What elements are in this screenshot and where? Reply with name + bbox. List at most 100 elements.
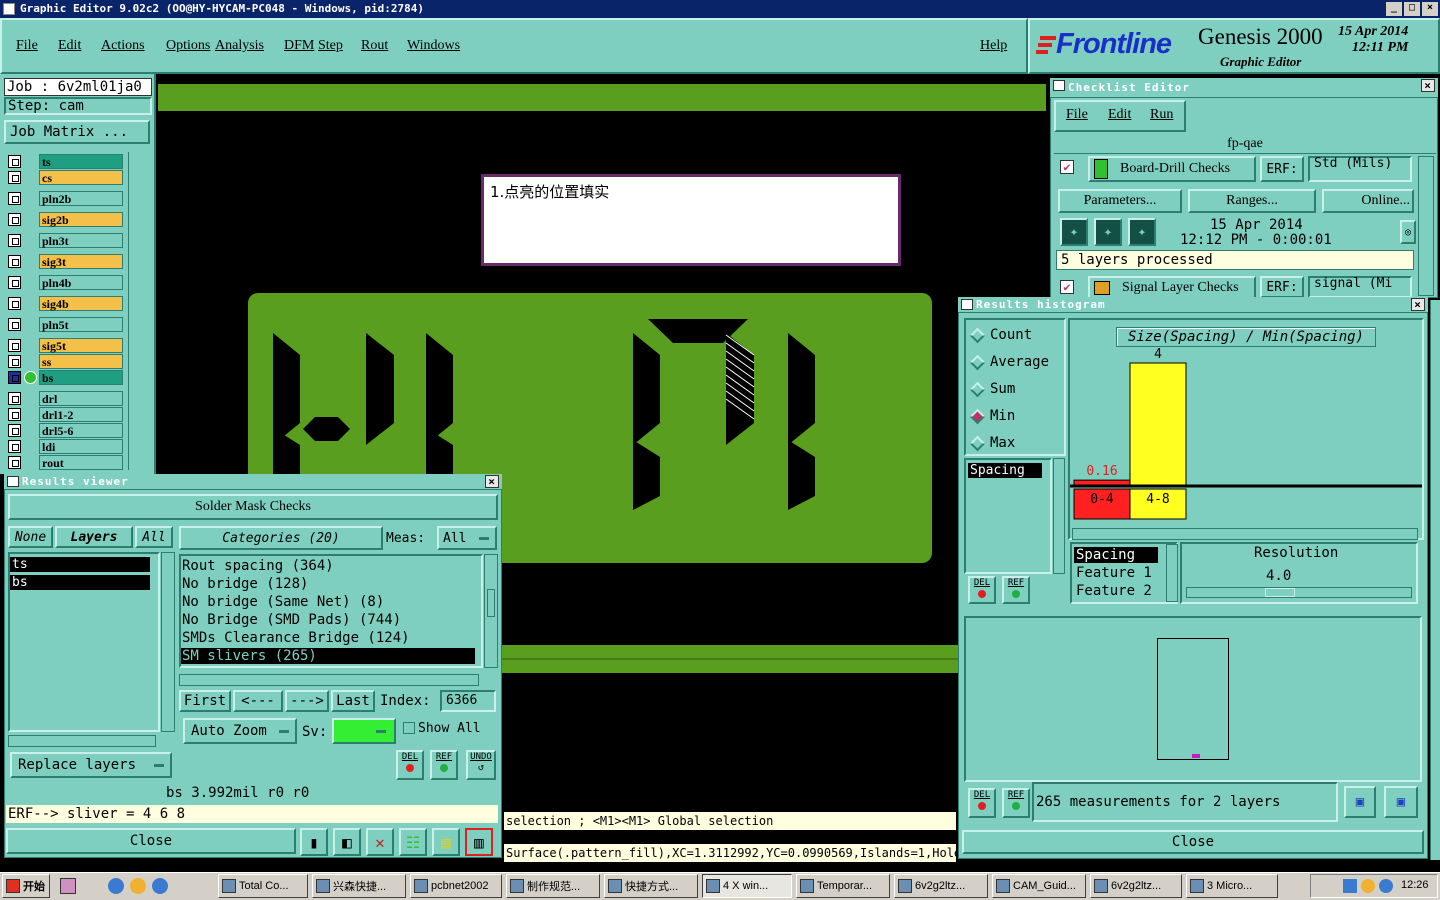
layer-checkbox[interactable] (8, 155, 21, 168)
cross-icon[interactable]: ✕ (366, 828, 394, 856)
menu-options[interactable]: Options (166, 38, 210, 54)
layer-result-ts[interactable]: ts (10, 557, 150, 572)
side-tool-icon[interactable]: ◎ (1400, 220, 1416, 244)
hist-del-button[interactable]: DEL (968, 576, 996, 604)
meas-select[interactable]: All (437, 526, 497, 550)
ref-button[interactable]: REF (430, 750, 458, 780)
layer-row-pln4b[interactable]: pln4b (6, 275, 124, 290)
layer-row-cs[interactable]: cs (6, 170, 124, 185)
layer-row-rout[interactable]: rout (6, 455, 124, 470)
taskbar-item[interactable]: 3 Micro... (1186, 874, 1278, 898)
category-item[interactable]: Rout spacing (364) (181, 558, 475, 574)
run-icon-2[interactable]: ✦ (1094, 218, 1122, 246)
next-button[interactable]: ---> (285, 690, 329, 712)
checklist-menu-file[interactable]: File (1066, 107, 1088, 123)
layer-checkbox[interactable] (8, 456, 21, 469)
layer-checkbox[interactable] (8, 339, 21, 352)
row1-check[interactable]: ✔ (1060, 160, 1074, 174)
flag-icon[interactable]: ◧ (333, 828, 361, 856)
job-matrix-button[interactable]: Job Matrix ... (4, 120, 150, 144)
category-item[interactable]: No bridge (Same Net) (8) (181, 594, 475, 610)
right-edge-scrollbar[interactable] (1430, 300, 1440, 860)
layer-row-sig3t[interactable]: sig3t (6, 254, 124, 269)
bars-icon[interactable]: ▥ (465, 828, 493, 856)
quicklaunch-icon-4[interactable] (152, 878, 168, 894)
start-button[interactable]: 开始 (2, 874, 50, 898)
attrs-scrollbar[interactable] (1166, 544, 1178, 602)
marker-icon[interactable]: ▮ (300, 828, 328, 856)
layer-checkbox[interactable] (8, 297, 21, 310)
taskbar-item[interactable]: 快捷方式... (604, 874, 698, 898)
run-icon-1[interactable]: ✦ (1060, 218, 1088, 246)
category-scrollbar[interactable] (484, 554, 498, 668)
layer-checkbox[interactable] (8, 171, 21, 184)
taskbar-item[interactable]: 6v2g2ltz... (894, 874, 988, 898)
layer-result-bs[interactable]: bs (10, 575, 150, 590)
menu-analysis[interactable]: Analysis (215, 38, 264, 54)
layer-list-scrollbar[interactable] (161, 552, 175, 732)
preview-ref-button[interactable]: REF (1002, 788, 1030, 818)
preview-del-button[interactable]: DEL (968, 788, 996, 818)
layer-row-sig5t[interactable]: sig5t (6, 338, 124, 353)
layer-checkbox[interactable] (8, 371, 21, 384)
parameters-button[interactable]: Parameters... (1058, 189, 1182, 213)
taskbar-item[interactable]: pcbnet2002 (410, 874, 502, 898)
category-hscroll[interactable] (179, 674, 479, 686)
tray-icon-3[interactable] (1379, 879, 1393, 893)
checklist-scrollbar[interactable] (1418, 156, 1434, 296)
checklist-menu-run[interactable]: Run (1150, 107, 1173, 123)
layer-checkbox[interactable] (8, 392, 21, 405)
close-icon[interactable]: × (1421, 79, 1435, 92)
menu-dfm[interactable]: DFM (284, 38, 314, 54)
layer-row-pln5t[interactable]: pln5t (6, 317, 124, 332)
layer-checkbox[interactable] (8, 424, 21, 437)
resolution-slider[interactable] (1186, 587, 1412, 598)
layer-row-drl[interactable]: drl (6, 391, 124, 406)
histogram-close-button[interactable]: Close (962, 830, 1424, 854)
show-all-checkbox[interactable] (403, 722, 415, 734)
index-input[interactable]: 6366 (440, 690, 496, 712)
layer-checkbox[interactable] (8, 276, 21, 289)
close-icon[interactable]: × (1411, 298, 1425, 311)
close-window-button[interactable]: × (1422, 2, 1438, 16)
attr-item[interactable]: Feature 1 (1074, 565, 1158, 581)
histogram-chart[interactable]: 0.16 0-4 4 4-8 (1070, 345, 1422, 535)
attr-item[interactable]: Feature 2 (1074, 583, 1158, 599)
menu-step[interactable]: Step (318, 38, 343, 54)
category-item[interactable]: No Bridge (SMD Pads) (744) (181, 612, 475, 628)
prev-button[interactable]: <--- (233, 690, 283, 712)
help-menu[interactable]: Help (980, 38, 1007, 54)
taskbar-item[interactable]: 兴森快捷... (312, 874, 406, 898)
quicklaunch-icon-2[interactable] (108, 878, 124, 894)
layer-row-pln2b[interactable]: pln2b (6, 191, 124, 206)
taskbar-item[interactable]: CAM_Guid... (992, 874, 1086, 898)
count-icon[interactable]: ☷ (399, 828, 427, 856)
undo-button[interactable]: UNDO ↺ (466, 750, 496, 780)
layer-row-bs[interactable]: bs (6, 370, 124, 385)
first-button[interactable]: First (179, 690, 231, 712)
layer-row-pln3t[interactable]: pln3t (6, 233, 124, 248)
all-button[interactable]: All (135, 526, 173, 548)
graph-button-2[interactable]: ▣ (1384, 786, 1418, 818)
checklist-menu-edit[interactable]: Edit (1108, 107, 1131, 123)
quicklaunch-icon-1[interactable] (60, 878, 76, 894)
layer-checkbox[interactable] (8, 318, 21, 331)
layers-button[interactable]: Layers (55, 526, 133, 548)
menu-file[interactable]: File (16, 38, 38, 54)
layer-checkbox[interactable] (8, 408, 21, 421)
attribute-scrollbar[interactable] (1053, 458, 1065, 574)
categories-button[interactable]: Categories (20) (179, 526, 383, 550)
board-drill-checks[interactable]: Board-Drill Checks (1088, 156, 1256, 182)
row2-check[interactable]: ✔ (1060, 280, 1074, 294)
menu-rout[interactable]: Rout (361, 38, 388, 54)
erf-value-2[interactable]: signal (Mi (1308, 276, 1412, 298)
layer-row-drl1-2[interactable]: drl1-2 (6, 407, 124, 422)
layer-row-ldi[interactable]: ldi (6, 439, 124, 454)
taskbar-item[interactable]: Temporar... (796, 874, 890, 898)
taskbar-item[interactable]: 6v2g2ltz... (1090, 874, 1182, 898)
taskbar-item[interactable]: 制作规范... (506, 874, 600, 898)
menu-windows[interactable]: Windows (407, 38, 460, 54)
replace-layers-select[interactable]: Replace layers (10, 752, 172, 778)
layer-row-sig4b[interactable]: sig4b (6, 296, 124, 311)
attribute-spacing[interactable]: Spacing (968, 463, 1042, 478)
